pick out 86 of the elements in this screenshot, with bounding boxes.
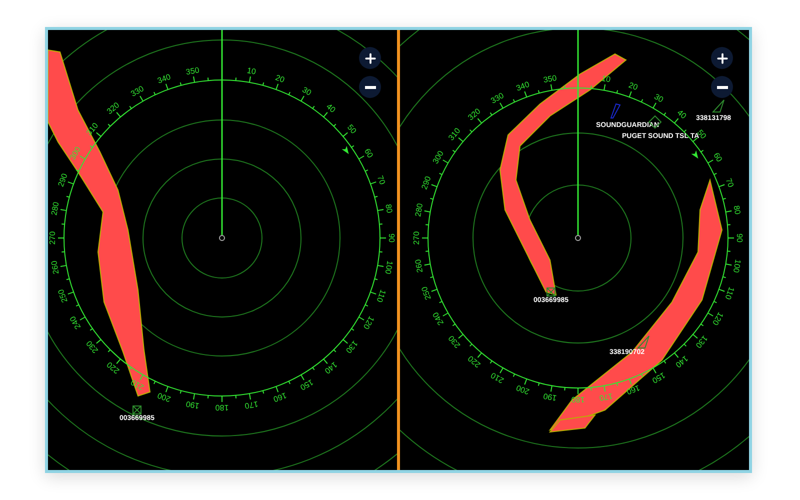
zoom-in-button[interactable] [711,47,733,69]
bearing-label: 300 [431,149,446,166]
bearing-label: 160 [625,383,642,396]
bearing-label: 140 [674,354,690,370]
bearing-label: 280 [50,201,61,216]
bearing-label: 110 [374,288,388,304]
bearing-label: 20 [274,73,286,85]
bearing-label: 170 [244,399,259,410]
square-target-icon [132,406,142,414]
triangle-target-icon [636,336,650,348]
bearing-label: 110 [723,286,736,301]
bearing-label: 50 [345,122,358,136]
bearing-label: 20 [627,80,639,92]
bearing-label: 350 [185,66,200,77]
bearing-label: 190 [185,399,200,410]
bearing-label: 280 [413,202,425,218]
own-ship-icon [575,235,581,241]
bearing-label: 200 [514,383,531,396]
bearing-label: 70 [375,174,387,186]
bearing-label: 310 [84,121,100,138]
bearing-label: 180 [215,402,229,412]
bearing-label: 230 [84,338,100,355]
bearing-label: 10 [246,66,257,76]
plus-icon [714,50,730,66]
bearing-label: 90 [734,234,744,242]
bearing-label: 320 [466,106,482,122]
bearing-label: 40 [675,108,688,121]
bearing-label: 130 [344,338,360,355]
bearing-label: 350 [542,73,558,85]
bearing-label: 340 [514,80,531,93]
bearing-label: 330 [489,91,506,106]
bearing-label: 120 [710,310,725,327]
minus-icon [716,86,728,88]
bearing-label: 30 [300,85,313,98]
own-ship-icon [219,235,225,241]
bearing-label: 160 [272,390,288,404]
bearing-label: 10 [600,74,612,84]
bearing-label: 290 [420,174,433,191]
bearing-label: 330 [129,84,146,99]
arrow-icon [342,146,349,154]
bearing-label: 170 [598,391,614,403]
bearing-label: 40 [324,102,338,115]
arrow-icon [691,150,698,159]
bearing-label: 100 [731,258,743,274]
zoom-in-button[interactable] [359,47,381,69]
bearing-label: 140 [322,360,339,376]
bearing-label: 240 [68,314,83,331]
bearing-label: 200 [156,390,172,404]
minus-icon [364,86,376,88]
bearing-label: 260 [50,260,61,275]
bearing-label: 340 [156,72,172,86]
zoom-out-button[interactable] [359,76,381,98]
bearing-label: 80 [384,203,394,214]
bearing-label: 130 [694,334,710,350]
bearing-label: 180 [571,394,585,404]
bearing-label: 30 [652,92,665,104]
bearing-label: 60 [362,147,375,160]
bearing-label: 150 [650,370,667,385]
bearing-label: 60 [712,151,724,164]
bearing-label: 100 [383,260,394,275]
plus-icon [362,50,378,66]
zoom-out-button[interactable] [711,76,733,98]
bearing-label: 300 [68,145,83,162]
bearing-label: 210 [489,370,506,385]
bearing-label: 190 [542,391,558,403]
square-target-icon [546,288,556,296]
wedge-target-icon [610,103,621,118]
bearing-label: 90 [386,234,396,242]
bearing-label: 70 [724,177,736,189]
bearing-label: 270 [412,231,422,245]
bearing-label: 120 [361,314,376,331]
bearing-label: 210 [129,377,146,392]
bearing-label: 320 [105,100,122,116]
bearing-label: 220 [105,360,122,376]
bearing-label: 250 [56,288,70,304]
bearing-label: 220 [466,354,482,370]
bearing-label: 230 [446,334,462,350]
bearing-label: 240 [431,310,446,327]
triangle-target-icon [712,100,724,112]
bearing-label: 150 [298,377,315,392]
bearing-label: 290 [56,172,70,188]
bearing-label: 80 [732,204,742,216]
bearing-label: 260 [413,258,425,274]
bearing-label: 270 [48,231,58,245]
bearing-label: 310 [446,126,462,142]
bearing-label: 250 [420,285,433,302]
